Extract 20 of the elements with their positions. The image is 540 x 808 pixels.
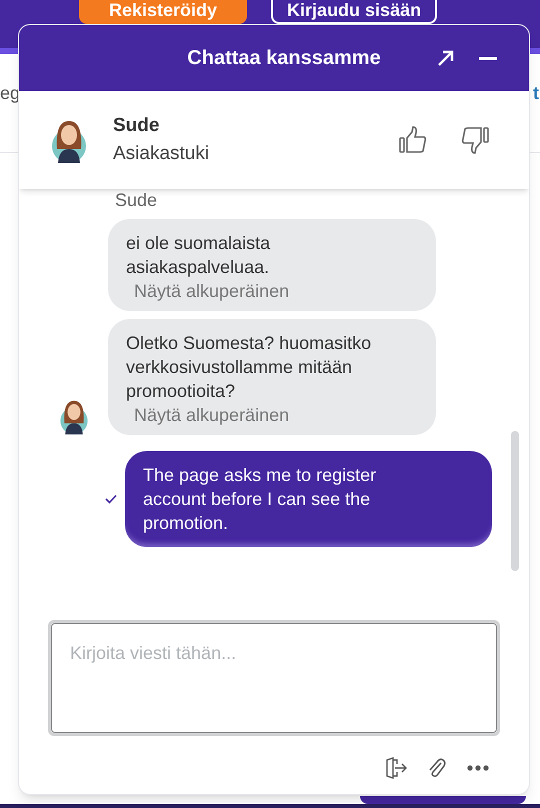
more-icon[interactable] <box>467 765 489 771</box>
show-original-link[interactable]: Näytä alkuperäinen <box>134 403 290 427</box>
message-text: Oletko Suomesta? huomasitko verkkosivustollamme mitään promootioita? <box>126 332 372 403</box>
agent-name: Sude <box>113 114 160 138</box>
register-button[interactable]: Rekisteröidy <box>79 0 248 24</box>
message-input[interactable]: Kirjoita viesti tähän... <box>48 620 500 736</box>
agent-role: Asiakastuki <box>113 142 210 166</box>
message-text: The page asks me to register account before I can see the promotion. <box>143 464 378 535</box>
message-text: ei ole suomalaista asiakaspalveluaa. <box>126 232 272 279</box>
thumbs-down-icon[interactable] <box>461 126 489 154</box>
chat-title: Chattaa kanssamme <box>187 46 381 71</box>
scrollbar-thumb[interactable] <box>511 431 519 571</box>
exit-icon[interactable] <box>385 757 407 779</box>
page-button[interactable] <box>360 796 526 804</box>
page-text: t <box>533 82 539 104</box>
paperclip-icon[interactable] <box>427 757 447 779</box>
author-name: Sude <box>115 189 158 211</box>
expand-icon[interactable] <box>437 50 454 67</box>
thumbs-up-icon[interactable] <box>399 126 427 154</box>
show-original-link[interactable]: Näytä alkuperäinen <box>134 279 290 303</box>
